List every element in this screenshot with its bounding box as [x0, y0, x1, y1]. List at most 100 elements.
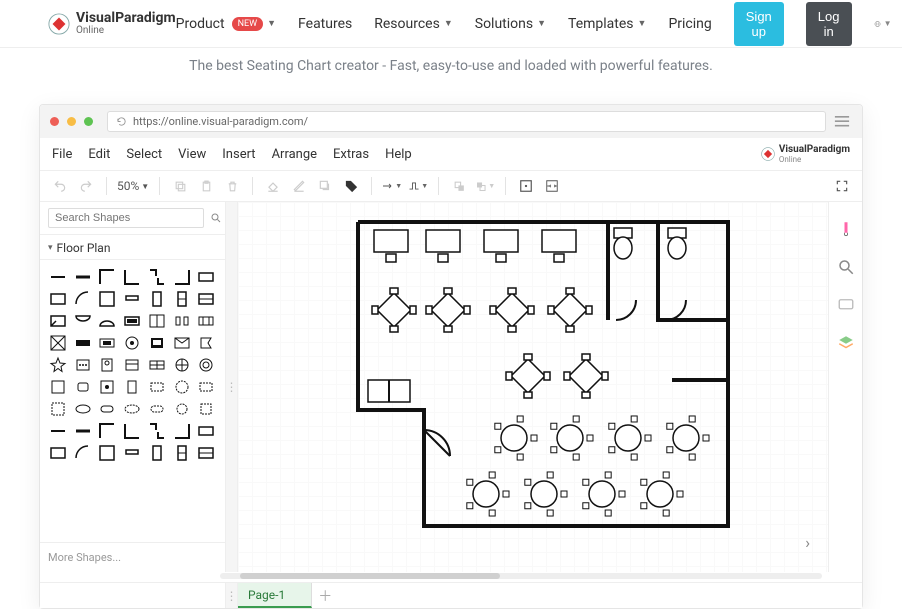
shape-swatch[interactable] [48, 334, 68, 352]
layers-icon[interactable] [837, 334, 855, 352]
comments-icon[interactable] [837, 296, 855, 314]
shape-swatch[interactable] [147, 312, 167, 330]
menu-view[interactable]: View [178, 147, 206, 162]
hamburger-icon[interactable] [834, 112, 852, 131]
shape-swatch[interactable] [122, 312, 142, 330]
format-panel-icon[interactable] [837, 220, 855, 238]
shape-swatch[interactable] [172, 422, 192, 440]
shape-swatch[interactable] [73, 378, 93, 396]
shape-swatch[interactable] [48, 290, 68, 308]
shape-swatch[interactable] [172, 312, 192, 330]
shape-swatch[interactable] [122, 290, 142, 308]
url-bar[interactable]: https://online.visual-paradigm.com/ [107, 111, 826, 132]
shape-swatch[interactable] [172, 400, 192, 418]
shape-swatch[interactable] [122, 356, 142, 374]
panel-grip[interactable]: ⋮ [226, 202, 238, 572]
shape-swatch[interactable] [48, 422, 68, 440]
shape-swatch[interactable] [48, 444, 68, 462]
shape-swatch[interactable] [147, 378, 167, 396]
shape-swatch[interactable] [172, 268, 192, 286]
shape-swatch[interactable] [122, 334, 142, 352]
shape-swatch[interactable] [73, 334, 93, 352]
tabs-grip[interactable]: ⋮ [226, 583, 238, 608]
shape-swatch[interactable] [196, 356, 216, 374]
shape-swatch[interactable] [97, 334, 117, 352]
to-front-button[interactable] [449, 175, 469, 197]
undo-button[interactable] [50, 175, 70, 197]
section-floor-plan[interactable]: Floor Plan [40, 235, 225, 260]
shape-swatch[interactable] [48, 312, 68, 330]
shape-swatch[interactable] [172, 378, 192, 396]
zoom-selector[interactable]: 50%▼ [117, 179, 149, 193]
nav-item-product[interactable]: ProductNEW▼ [176, 16, 276, 32]
shape-swatch[interactable] [172, 290, 192, 308]
nav-item-pricing[interactable]: Pricing [668, 16, 711, 32]
scroll-right-button[interactable]: › [805, 533, 810, 552]
shape-swatch[interactable] [172, 356, 192, 374]
shape-swatch[interactable] [73, 400, 93, 418]
nav-item-features[interactable]: Features [298, 16, 352, 32]
tag-button[interactable] [341, 175, 361, 197]
shape-swatch[interactable] [196, 312, 216, 330]
shape-swatch[interactable] [97, 444, 117, 462]
shape-swatch[interactable] [147, 268, 167, 286]
shape-swatch[interactable] [97, 312, 117, 330]
fill-color-button[interactable] [263, 175, 283, 197]
shape-swatch[interactable] [97, 268, 117, 286]
scrollbar-thumb[interactable] [240, 573, 500, 579]
tab-page-1[interactable]: Page-1 [238, 583, 312, 608]
shape-swatch[interactable] [196, 268, 216, 286]
shape-swatch[interactable] [48, 268, 68, 286]
shape-swatch[interactable] [147, 334, 167, 352]
fit-page-button[interactable] [516, 175, 536, 197]
shape-swatch[interactable] [73, 290, 93, 308]
shape-search-input[interactable] [48, 208, 204, 228]
line-color-button[interactable] [289, 175, 309, 197]
shape-swatch[interactable] [147, 356, 167, 374]
shape-swatch[interactable] [97, 356, 117, 374]
shape-swatch[interactable] [196, 444, 216, 462]
shape-swatch[interactable] [97, 290, 117, 308]
add-page-button[interactable]: ＋ [312, 583, 338, 608]
shadow-button[interactable] [315, 175, 335, 197]
shape-swatch[interactable] [122, 268, 142, 286]
copy-button[interactable] [170, 175, 190, 197]
shape-swatch[interactable] [48, 400, 68, 418]
shape-swatch[interactable] [122, 422, 142, 440]
shape-swatch[interactable] [122, 400, 142, 418]
shape-swatch[interactable] [147, 422, 167, 440]
fit-width-button[interactable] [542, 175, 562, 197]
menu-help[interactable]: Help [385, 147, 412, 162]
search-icon[interactable] [837, 258, 855, 276]
shape-swatch[interactable] [196, 400, 216, 418]
signup-button[interactable]: Sign up [734, 2, 784, 46]
shape-swatch[interactable] [73, 356, 93, 374]
shape-swatch[interactable] [73, 422, 93, 440]
horizontal-scrollbar[interactable] [220, 573, 822, 579]
diagram-canvas[interactable]: › [238, 202, 828, 572]
menu-file[interactable]: File [52, 147, 72, 162]
to-back-button[interactable]: ▼ [475, 175, 495, 197]
waypoint-button[interactable]: ▼ [408, 175, 428, 197]
shape-swatch[interactable] [147, 400, 167, 418]
menu-insert[interactable]: Insert [222, 147, 255, 162]
language-selector[interactable]: ▼ [874, 15, 892, 33]
more-shapes-button[interactable]: More Shapes... [40, 542, 225, 572]
shape-swatch[interactable] [172, 334, 192, 352]
redo-button[interactable] [76, 175, 96, 197]
brand[interactable]: VisualParadigm Online [48, 11, 176, 36]
menu-select[interactable]: Select [126, 147, 162, 162]
shape-swatch[interactable] [48, 378, 68, 396]
shape-swatch[interactable] [73, 444, 93, 462]
shape-swatch[interactable] [73, 268, 93, 286]
search-icon[interactable] [210, 210, 222, 226]
paste-button[interactable] [196, 175, 216, 197]
shape-swatch[interactable] [73, 312, 93, 330]
shape-swatch[interactable] [97, 378, 117, 396]
menu-arrange[interactable]: Arrange [272, 147, 317, 162]
shape-swatch[interactable] [196, 290, 216, 308]
shape-swatch[interactable] [196, 334, 216, 352]
shape-swatch[interactable] [147, 444, 167, 462]
fullscreen-button[interactable] [832, 175, 852, 197]
login-button[interactable]: Log in [806, 2, 852, 46]
